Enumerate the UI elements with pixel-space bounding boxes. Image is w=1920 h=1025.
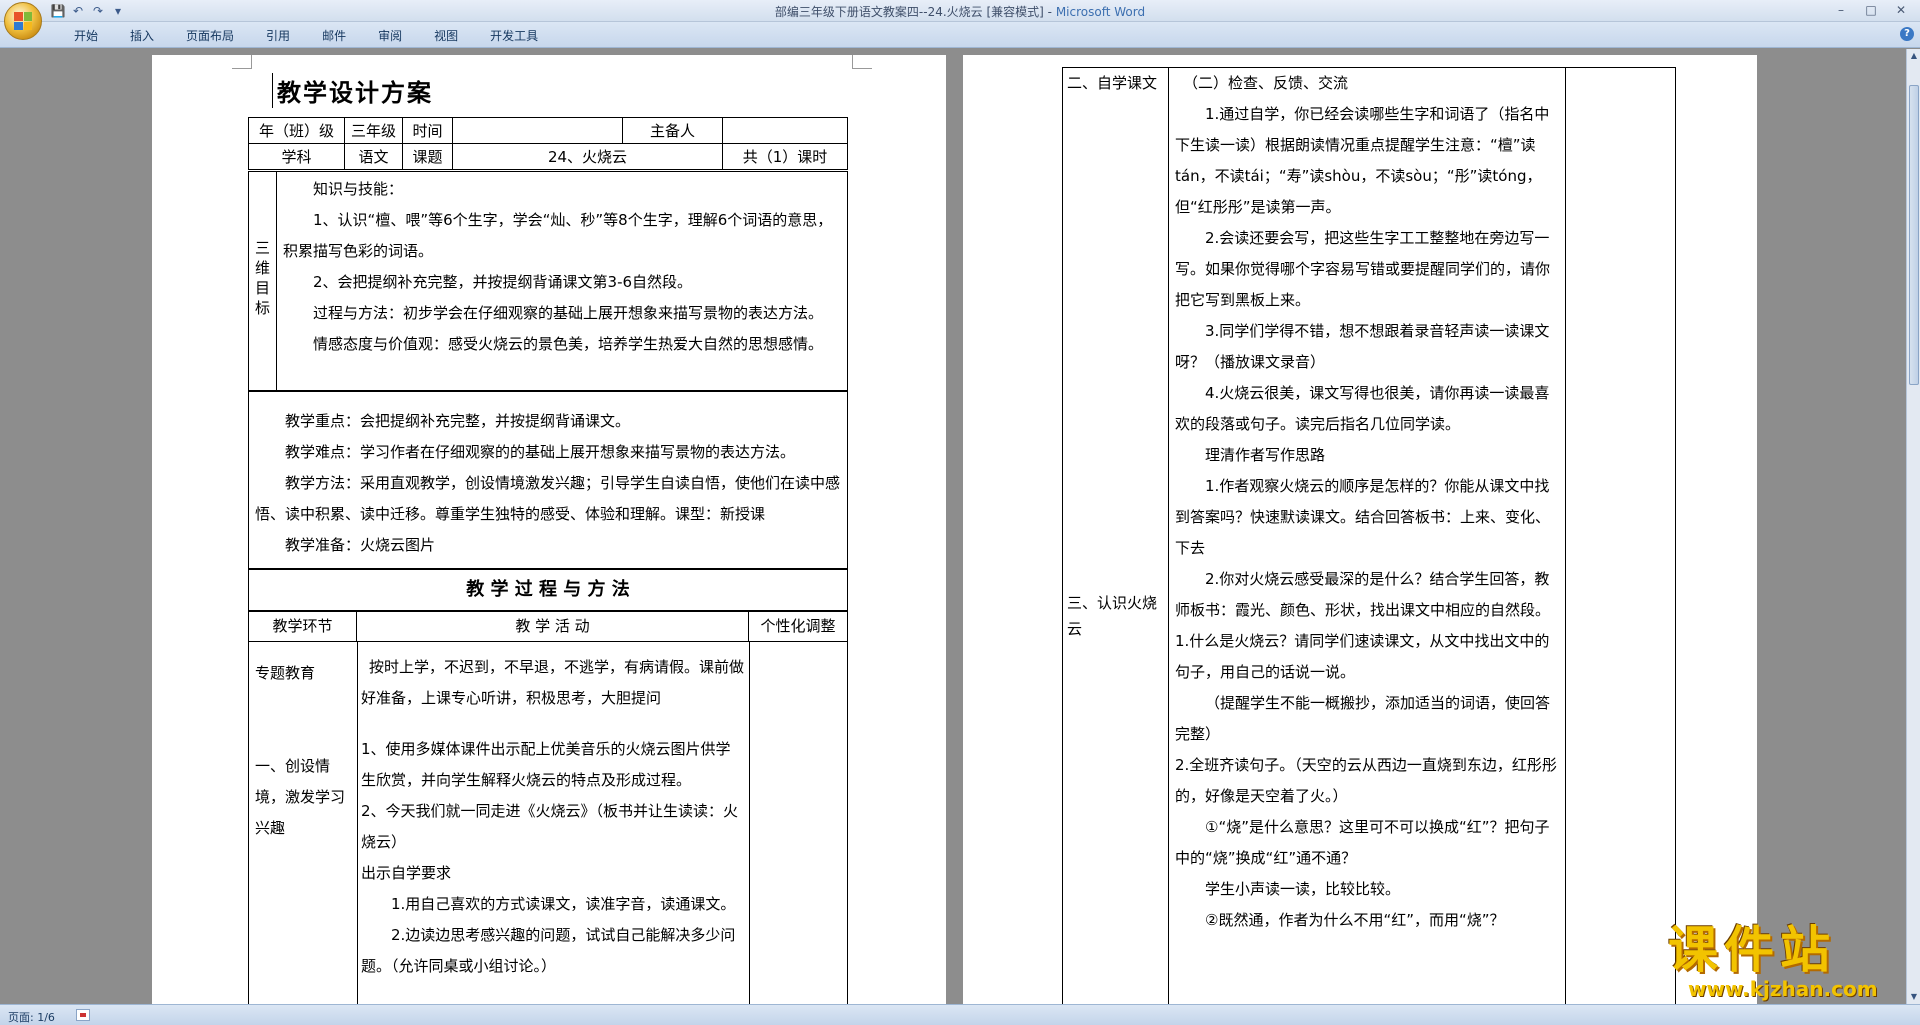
- stage-label: 二、自学课文: [1067, 74, 1158, 92]
- margin-mark: [232, 55, 252, 69]
- page-1[interactable]: 教学设计方案 年（班）级 三年级 时间 主备人 学科 语文 课题 24、火烧云 …: [152, 55, 946, 1004]
- activity-text: 2.边读边思考感兴趣的问题，试试自己能解决多少问题。（允许同桌或小组讨论。）: [361, 926, 736, 975]
- goal-item: 情感态度与价值观：感受火烧云的景色美，培养学生热爱大自然的思想感情。: [313, 335, 824, 353]
- activity-text: （二）检查、反馈、交流: [1183, 74, 1349, 92]
- activity-text: 2、今天我们就一同走进《火烧云》（板书并让生读读：火烧云）: [361, 802, 739, 851]
- goal-item: 2、会把提纲补充完整，并按提纲背诵课文第3-6自然段。: [313, 273, 693, 291]
- table-cell: 共（1）课时: [722, 143, 848, 170]
- office-button[interactable]: [4, 2, 42, 40]
- activity-text: 1.作者观察火烧云的顺序是怎样的？你能从课文中找到答案吗？快速默读课文。结合回答…: [1175, 477, 1551, 557]
- tab-references[interactable]: 引用: [250, 27, 306, 45]
- column-divider: [749, 642, 750, 1004]
- column-header: 个性化调整: [749, 612, 847, 642]
- activity-text: 理清作者写作思路: [1205, 446, 1326, 464]
- tab-view[interactable]: 视图: [418, 27, 474, 45]
- table-cell: 课题: [402, 143, 453, 170]
- close-button[interactable]: ✕: [1886, 1, 1916, 19]
- table-cell: 三年级: [344, 117, 403, 144]
- table-cell: 主备人: [622, 117, 723, 144]
- window-controls: – □ ✕: [1826, 1, 1916, 19]
- column-header: 教 学 活 动: [357, 612, 749, 642]
- scrollbar-thumb[interactable]: [1909, 85, 1919, 385]
- stage-label: 三、认识火烧云: [1067, 594, 1158, 638]
- activity-text: 学生小声读一读，比较比较。: [1205, 880, 1401, 898]
- column-divider: [357, 642, 358, 1004]
- minimize-button[interactable]: –: [1826, 1, 1856, 19]
- help-icon[interactable]: ?: [1900, 27, 1914, 41]
- activity-text: 1.通过自学，你已经会读哪些生字和词语了（指名中下生读一读）根据朗读情况重点提醒…: [1175, 105, 1550, 216]
- activity-text: 2.你对火烧云感受最深的是什么？结合学生回答，教师板书：霞光、颜色、形状，找出课…: [1175, 570, 1551, 619]
- goal-item: 1、认识“檀、喂”等6个生字，学会“灿、秒”等8个生字，理解6个词语的意思，积累…: [283, 211, 833, 260]
- scroll-down-icon[interactable]: ▼: [1907, 990, 1920, 1004]
- key-point: 教学难点：学习作者在仔细观察的的基础上展开想象来描写景物的表达方法。: [285, 443, 796, 461]
- title-separator: -: [1043, 5, 1056, 19]
- scroll-up-icon[interactable]: ▲: [1907, 49, 1920, 63]
- table-cell: 年（班）级: [248, 117, 345, 144]
- tab-developer[interactable]: 开发工具: [474, 27, 554, 45]
- tab-page-layout[interactable]: 页面布局: [170, 27, 250, 45]
- tab-mailings[interactable]: 邮件: [306, 27, 362, 45]
- stage-label: 一、创设情境，激发学习兴趣: [255, 757, 346, 837]
- activity-text: 1.用自己喜欢的方式读课文，读准字音，读通课文。: [391, 895, 736, 913]
- activity-text: 按时上学，不迟到，不早退，不逃学，有病请假。课前做好准备，上课专心听讲，积极思考…: [361, 658, 745, 707]
- activity-text: 4.火烧云很美，课文写得也很美，请你再读一读最喜欢的段落或句子。读完后指名几位同…: [1175, 384, 1550, 433]
- doc-title: 教学设计方案: [272, 73, 433, 108]
- table-cell: 学科: [248, 143, 345, 170]
- activity-text: ②既然通，作者为什么不用“红”，而用“烧”？: [1205, 911, 1505, 929]
- document-title: 部编三年级下册语文教案四--24.火烧云 [兼容模式]: [774, 5, 1044, 19]
- stage-label: 专题教育: [255, 664, 316, 682]
- table-cell: 时间: [402, 117, 453, 144]
- ribbon-tabs: 开始 插入 页面布局 引用 邮件 审阅 视图 开发工具 ?: [0, 22, 1920, 48]
- maximize-button[interactable]: □: [1856, 1, 1886, 19]
- watermark: 课件站 www.kjzhan.com: [1668, 922, 1908, 1002]
- activity-text: 1.什么是火烧云？请同学们速读课文，从文中找出文中的句子，用自己的话说一说。: [1175, 632, 1550, 681]
- status-bar: 页面: 1/6: [0, 1004, 1920, 1025]
- activity-text: ①“烧”是什么意思？这里可不可以换成“红”？把句子中的“烧”换成“红”通不通？: [1175, 818, 1550, 867]
- goal-item: 知识与技能：: [313, 180, 404, 198]
- document-area[interactable]: 教学设计方案 年（班）级 三年级 时间 主备人 学科 语文 课题 24、火烧云 …: [0, 49, 1906, 1004]
- adjustment-column: [1565, 68, 1675, 1004]
- window-title: 部编三年级下册语文教案四--24.火烧云 [兼容模式] - Microsoft …: [0, 3, 1920, 20]
- header-table: 年（班）级 三年级 时间 主备人 学科 语文 课题 24、火烧云 共（1）课时: [248, 117, 848, 170]
- table-cell: 语文: [344, 143, 403, 170]
- process-title: 教 学 过 程 与 方 法: [248, 569, 848, 611]
- stage-column: 二、自学课文 三、认识火烧云: [1063, 68, 1169, 1004]
- office-logo-icon: [14, 12, 32, 30]
- page-indicator[interactable]: 页面: 1/6: [8, 1009, 55, 1025]
- watermark-url: www.kjzhan.com: [1688, 977, 1878, 1001]
- vertical-scrollbar[interactable]: ▲ ▼: [1906, 49, 1920, 1004]
- app-name: Microsoft Word: [1055, 5, 1146, 19]
- process-table-continued: 二、自学课文 三、认识火烧云 （二）检查、反馈、交流 1.通过自学，你已经会读哪…: [1062, 67, 1676, 1004]
- key-point: 教学方法：采用直观教学，创设情境激发兴趣；引导学生自读自悟，使他们在读中感悟、读…: [255, 474, 841, 523]
- column-header: 教学环节: [249, 612, 357, 642]
- watermark-text: 课件站: [1668, 921, 1836, 979]
- activity-text: 1、使用多媒体课件出示配上优美音乐的火烧云图片供学生欣赏，并向学生解释火烧云的特…: [361, 740, 731, 789]
- activity-text: （提醒学生不能一概搬抄，添加适当的词语，使回答完整）: [1175, 694, 1551, 743]
- goal-item: 过程与方法：初步学会在仔细观察的基础上展开想象来描写景物的表达方法。: [313, 304, 824, 322]
- activity-text: 2.会读还要会写，把这些生字工工整整地在旁边写一写。如果你觉得哪个字容易写错或要…: [1175, 229, 1551, 309]
- proofing-icon[interactable]: [76, 1009, 90, 1021]
- goals-box: 三维目标 知识与技能： 1、认识“檀、喂”等6个生字，学会“灿、秒”等8个生字，…: [248, 171, 848, 391]
- table-cell: [722, 117, 848, 144]
- tab-review[interactable]: 审阅: [362, 27, 418, 45]
- process-table: 教学环节 教 学 活 动 个性化调整 专题教育 一、创设情境，激发学习兴趣 按时…: [248, 611, 848, 1004]
- margin-mark: [852, 55, 872, 69]
- tab-insert[interactable]: 插入: [114, 27, 170, 45]
- key-point: 教学重点：会把提纲补充完整，并按提纲背诵课文。: [285, 412, 631, 430]
- tab-home[interactable]: 开始: [58, 27, 114, 45]
- title-bar: 💾 ↶ ↷ ▾ 部编三年级下册语文教案四--24.火烧云 [兼容模式] - Mi…: [0, 0, 1920, 40]
- activity-text: 出示自学要求: [361, 864, 452, 882]
- goal-label: 三维目标: [249, 172, 277, 390]
- activity-text: 2.全班齐读句子。（天空的云从西边一直烧到东边，红彤彤的，好像是天空着了火。）: [1175, 756, 1557, 805]
- key-points-box: 教学重点：会把提纲补充完整，并按提纲背诵课文。 教学难点：学习作者在仔细观察的的…: [248, 391, 848, 569]
- page-2[interactable]: 二、自学课文 三、认识火烧云 （二）检查、反馈、交流 1.通过自学，你已经会读哪…: [963, 55, 1757, 1004]
- table-cell: 24、火烧云: [452, 143, 723, 170]
- table-cell: [452, 117, 623, 144]
- key-point: 教学准备：火烧云图片: [285, 536, 436, 554]
- activity-text: 3.同学们学得不错，想不想跟着录音轻声读一读课文呀？（播放课文录音）: [1175, 322, 1550, 371]
